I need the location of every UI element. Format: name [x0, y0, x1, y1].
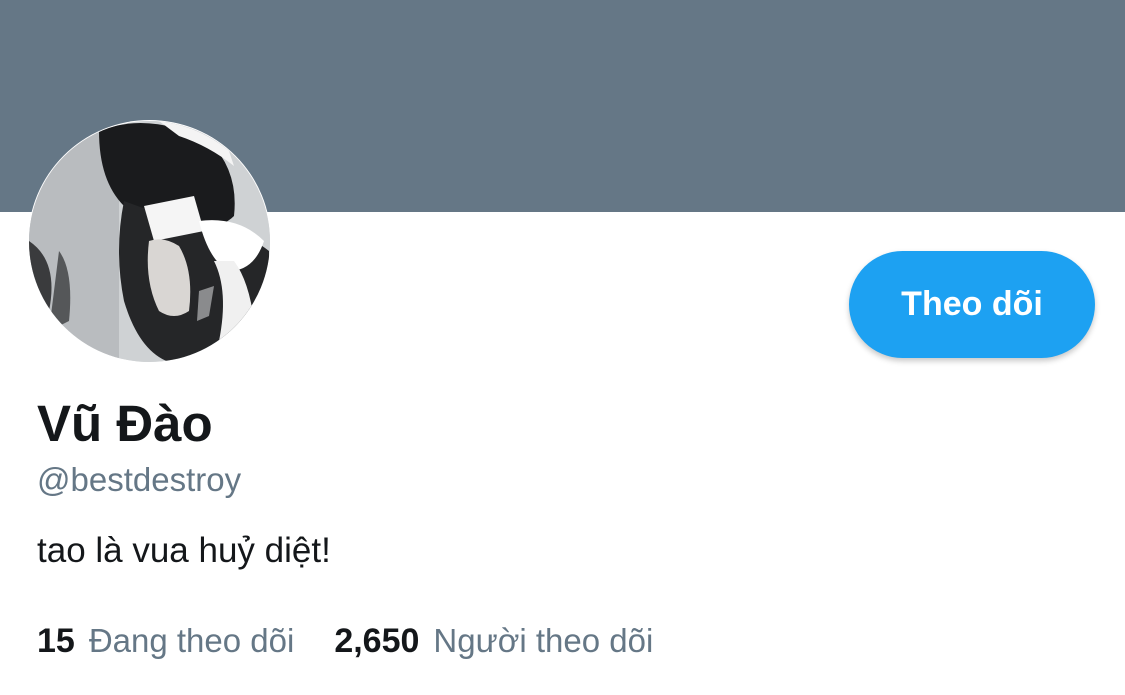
followers-count: 2,650 [334, 622, 420, 660]
following-label: Đang theo dõi [88, 622, 295, 659]
following-count: 15 [37, 622, 75, 660]
following-stat-link[interactable]: 15 Đang theo dõi [37, 620, 294, 662]
profile-stats: 15 Đang theo dõi 2,650 Người theo dõi [37, 620, 653, 662]
followers-stat-link[interactable]: 2,650 Người theo dõi [334, 620, 653, 662]
profile-display-name: Vũ Đào [37, 395, 213, 452]
profile-avatar[interactable] [29, 121, 270, 362]
follow-button[interactable]: Theo dõi [849, 251, 1095, 358]
avatar-photo [29, 121, 270, 362]
profile-handle: @bestdestroy [37, 461, 242, 498]
followers-label: Người theo dõi [433, 622, 654, 659]
profile-bio: tao là vua huỷ diệt! [37, 531, 331, 570]
